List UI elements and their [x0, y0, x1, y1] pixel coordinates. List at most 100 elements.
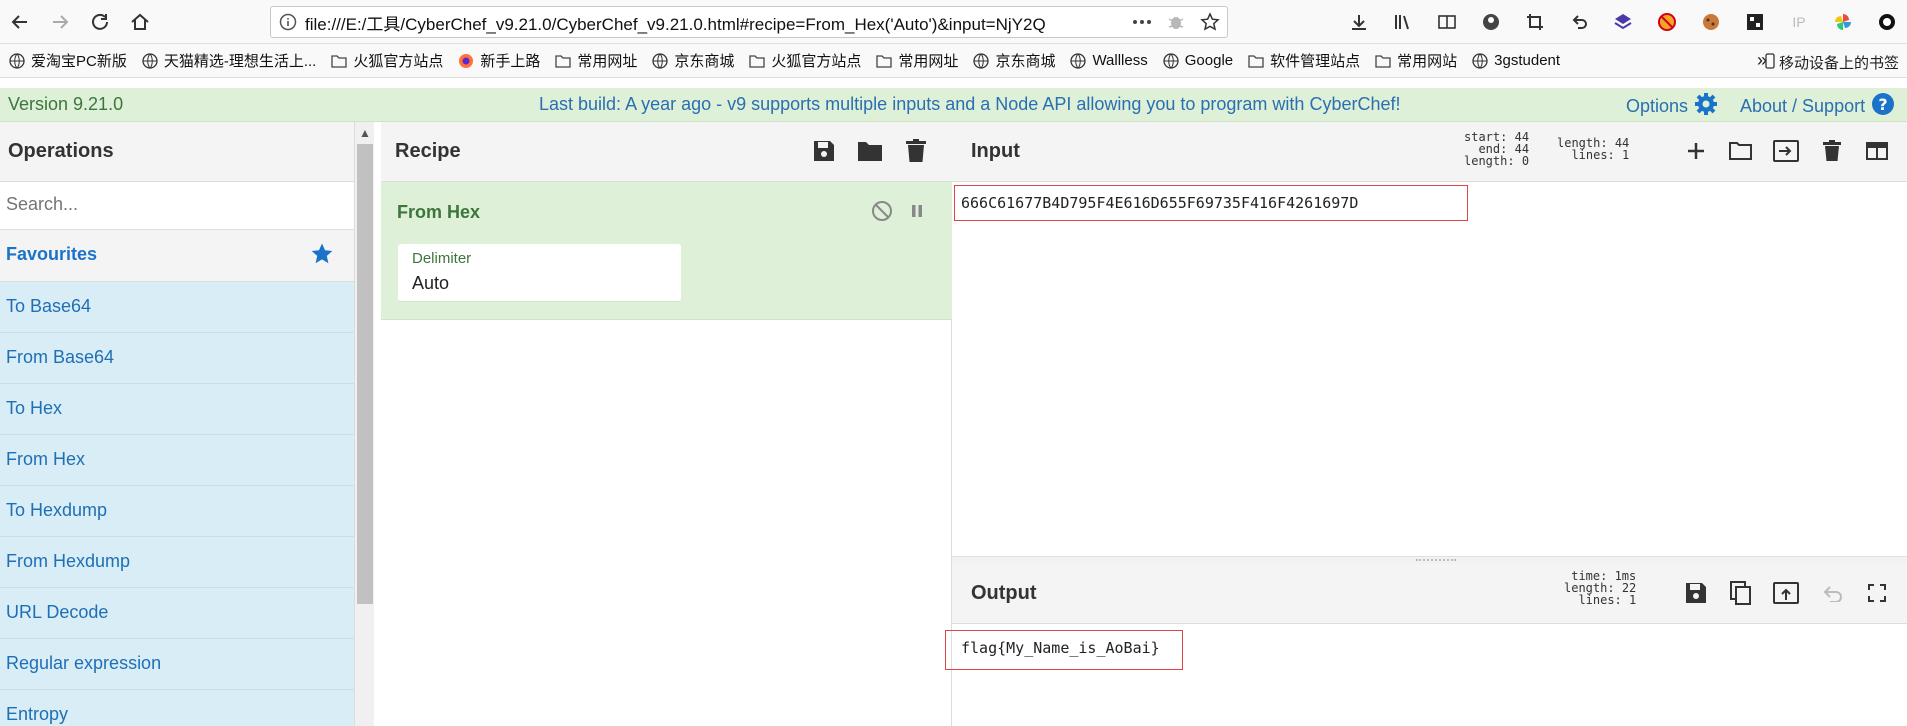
- download-icon[interactable]: [1342, 8, 1376, 36]
- open-file-icon[interactable]: [1770, 136, 1802, 166]
- bookmark-folder[interactable]: 常用网址: [875, 50, 958, 71]
- bookmark-folder[interactable]: 常用网站: [1374, 50, 1457, 71]
- layers-icon[interactable]: [1606, 8, 1640, 36]
- load-recipe-icon[interactable]: [855, 136, 885, 166]
- bookmark-folder[interactable]: 常用网址: [554, 50, 637, 71]
- operations-search[interactable]: [0, 182, 354, 230]
- recipe-title: Recipe: [395, 140, 461, 162]
- bookmark-item[interactable]: 京东商城: [651, 50, 734, 71]
- version-label: Version 9.21.0: [8, 94, 124, 114]
- address-bar[interactable]: file:///E:/工具/CyberChef_v9.21.0/CyberChe…: [270, 6, 1228, 38]
- copy-output-icon[interactable]: [1725, 578, 1757, 608]
- output-stats: time: 1ms length: 22 lines: 1: [1564, 569, 1637, 607]
- operations-scrollbar[interactable]: ▲: [354, 122, 374, 726]
- qr-icon[interactable]: [1738, 8, 1772, 36]
- globe-icon: [141, 52, 159, 70]
- save-output-icon[interactable]: [1680, 578, 1712, 608]
- library-icon[interactable]: [1386, 8, 1420, 36]
- url-text[interactable]: file:///E:/工具/CyberChef_v9.21.0/CyberChe…: [305, 10, 1125, 35]
- io-panel: Input start: 44 end: 44 length: 0 length…: [945, 122, 1907, 726]
- folder-icon: [330, 52, 348, 70]
- bug-icon[interactable]: [1159, 13, 1193, 31]
- circle-icon[interactable]: [1870, 8, 1904, 36]
- replace-input-icon[interactable]: [1770, 578, 1802, 608]
- clear-recipe-icon[interactable]: [901, 136, 931, 166]
- delimiter-value[interactable]: Auto: [412, 273, 667, 294]
- ip-icon[interactable]: IP: [1782, 8, 1816, 36]
- operation-item[interactable]: To Hexdump: [0, 486, 354, 537]
- bookmark-item[interactable]: 天猫精选-理想生活上...: [141, 50, 316, 71]
- bookmark-item[interactable]: 3gstudent: [1471, 52, 1560, 70]
- open-folder-icon[interactable]: [1725, 136, 1757, 166]
- input-selection-stats: start: 44 end: 44 length: 0: [1464, 130, 1530, 168]
- folder-icon: [1247, 52, 1265, 70]
- mobile-bookmarks[interactable]: 移动设备上的书签: [1765, 52, 1899, 73]
- svg-text:?: ?: [1878, 95, 1887, 114]
- operation-item[interactable]: Entropy: [0, 690, 354, 726]
- clear-input-icon[interactable]: [1816, 136, 1848, 166]
- undo-output-icon[interactable]: [1816, 578, 1848, 608]
- bookmark-folder[interactable]: 火狐官方站点: [748, 50, 861, 71]
- operation-item[interactable]: To Base64: [0, 282, 354, 333]
- breakpoint-pause-icon[interactable]: [904, 198, 930, 224]
- home-icon[interactable]: [126, 8, 154, 36]
- forward-icon[interactable]: [46, 8, 74, 36]
- reload-icon[interactable]: [86, 8, 114, 36]
- browser-toolbar: file:///E:/工具/CyberChef_v9.21.0/CyberChe…: [0, 0, 1907, 44]
- scrollbar-thumb[interactable]: [357, 144, 373, 604]
- reset-layout-icon[interactable]: [1861, 136, 1893, 166]
- folder-icon: [554, 52, 572, 70]
- options-button[interactable]: Options: [1626, 92, 1718, 121]
- input-stats: length: 44 lines: 1: [1557, 136, 1630, 162]
- page-actions-icon[interactable]: [1125, 19, 1159, 25]
- operation-item[interactable]: Regular expression: [0, 639, 354, 690]
- globe-icon: [1069, 52, 1087, 70]
- delimiter-field[interactable]: Delimiter Auto: [398, 244, 681, 302]
- operation-item[interactable]: From Base64: [0, 333, 354, 384]
- io-splitter[interactable]: [952, 556, 1907, 564]
- reader-icon[interactable]: [1430, 8, 1464, 36]
- operation-item[interactable]: To Hex: [0, 384, 354, 435]
- operation-item[interactable]: URL Decode: [0, 588, 354, 639]
- bookmark-item[interactable]: 京东商城: [972, 50, 1055, 71]
- crop-icon[interactable]: [1518, 8, 1552, 36]
- search-input[interactable]: [6, 194, 348, 215]
- account-icon[interactable]: [1474, 8, 1508, 36]
- about-support-button[interactable]: About / Support ?: [1740, 92, 1895, 121]
- input-textarea[interactable]: 666C61677B4D795F4E616D655F69735F416F4261…: [961, 194, 1358, 212]
- splitter-grip[interactable]: [1416, 559, 1456, 562]
- bookmark-folder[interactable]: 软件管理站点: [1247, 50, 1360, 71]
- add-input-icon[interactable]: [1680, 136, 1712, 166]
- bookmark-star-icon[interactable]: [1193, 12, 1227, 32]
- operation-item[interactable]: From Hex: [0, 435, 354, 486]
- favourites-category[interactable]: Favourites: [0, 230, 354, 282]
- output-text[interactable]: flag{My_Name_is_AoBai}: [961, 639, 1160, 657]
- operation-item[interactable]: From Hexdump: [0, 537, 354, 588]
- save-recipe-icon[interactable]: [809, 136, 839, 166]
- star-icon: [310, 242, 334, 271]
- globe-icon: [1162, 52, 1180, 70]
- build-notice[interactable]: Last build: A year ago - v9 supports mul…: [539, 94, 1400, 115]
- globe-icon: [972, 52, 990, 70]
- globe-icon: [651, 52, 669, 70]
- undo-icon[interactable]: [1562, 8, 1596, 36]
- globe-icon: [8, 52, 26, 70]
- maximise-output-icon[interactable]: [1861, 578, 1893, 608]
- back-icon[interactable]: [6, 8, 34, 36]
- bookmarks-bar: 爱淘宝PC新版 天猫精选-理想生活上... 火狐官方站点 新手上路 常用网址 京…: [0, 44, 1907, 78]
- block-icon[interactable]: [1650, 8, 1684, 36]
- scroll-up-icon[interactable]: ▲: [359, 126, 371, 140]
- recipe-operation-card[interactable]: From Hex Delimiter Auto: [381, 182, 952, 320]
- folder-icon: [875, 52, 893, 70]
- bookmark-folder[interactable]: 火狐官方站点: [330, 50, 443, 71]
- cookie-icon[interactable]: [1694, 8, 1728, 36]
- bookmark-item[interactable]: Wallless: [1069, 52, 1148, 70]
- bookmark-item[interactable]: 爱淘宝PC新版: [8, 50, 127, 71]
- disable-operation-icon[interactable]: [869, 198, 895, 224]
- bookmark-item[interactable]: 新手上路: [457, 50, 540, 71]
- pinwheel-icon[interactable]: [1826, 8, 1860, 36]
- bookmark-item[interactable]: Google: [1162, 52, 1233, 70]
- page-info-icon[interactable]: [271, 13, 305, 31]
- operations-title: Operations: [0, 122, 354, 182]
- firefox-icon: [457, 52, 475, 70]
